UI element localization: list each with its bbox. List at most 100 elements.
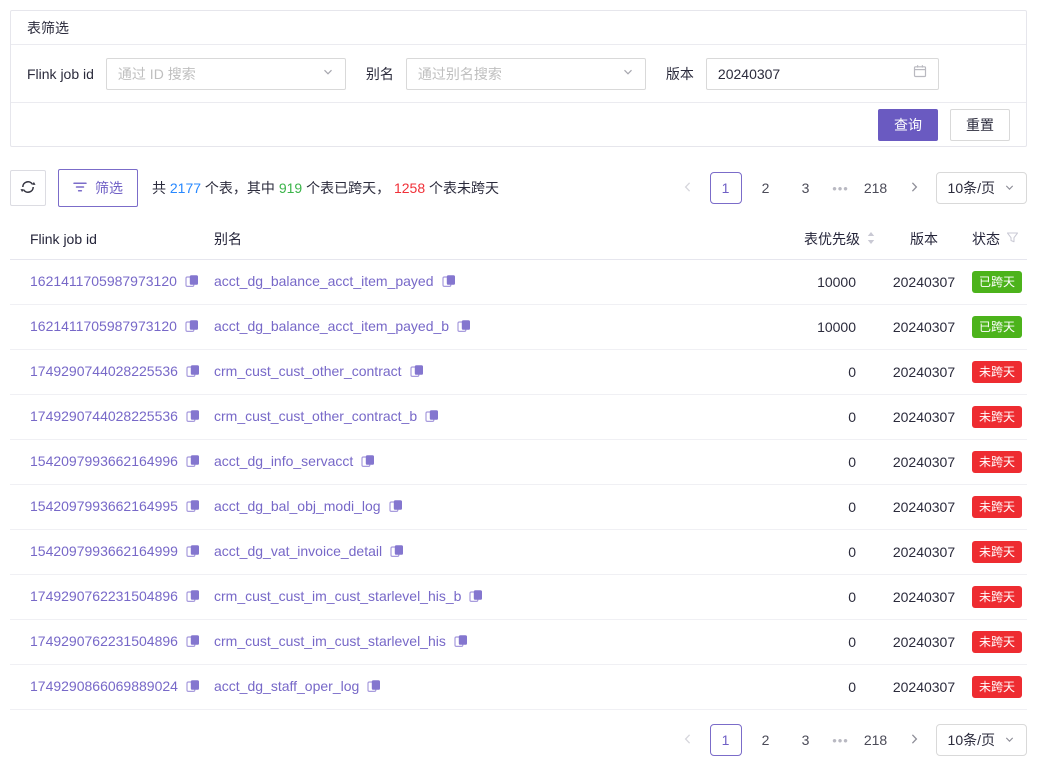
flink-job-id-link[interactable]: 1749290866069889024 — [30, 678, 178, 694]
prev-page-button[interactable] — [674, 172, 702, 204]
copy-icon[interactable] — [185, 319, 199, 336]
version-cell: 20240307 — [884, 620, 964, 665]
table-row: 1749290762231504896 crm_cust_cust_im_cus… — [10, 575, 1027, 620]
flink-job-id-link[interactable]: 1749290762231504896 — [30, 633, 178, 649]
column-header-status[interactable]: 状态 — [964, 219, 1027, 260]
status-badge: 未跨天 — [972, 631, 1022, 653]
filter-toggle-button[interactable]: 筛选 — [58, 169, 138, 207]
alias-link[interactable]: acct_dg_bal_obj_modi_log — [214, 498, 381, 514]
column-header-flink-job-id: Flink job id — [10, 219, 206, 260]
flink-job-id-link[interactable]: 1621411705987973120 — [30, 273, 177, 289]
chevron-left-icon — [682, 181, 694, 196]
chevron-down-icon — [1004, 180, 1015, 196]
copy-icon[interactable] — [367, 679, 381, 696]
version-cell: 20240307 — [884, 350, 964, 395]
version-date-input[interactable]: 20240307 — [706, 58, 939, 90]
page-size-value: 10条/页 — [948, 178, 995, 198]
pagination-ellipsis[interactable]: ••• — [830, 733, 852, 748]
flink-job-id-link[interactable]: 1749290744028225536 — [30, 363, 178, 379]
prev-page-button[interactable] — [674, 724, 702, 756]
copy-icon[interactable] — [186, 634, 200, 651]
page-button-last[interactable]: 218 — [860, 724, 892, 756]
copy-icon[interactable] — [361, 454, 375, 471]
flink-job-id-link[interactable]: 1542097993662164999 — [30, 543, 178, 559]
copy-icon[interactable] — [186, 409, 200, 426]
page-button-2[interactable]: 2 — [750, 724, 782, 756]
chevron-left-icon — [682, 733, 694, 748]
version-cell: 20240307 — [884, 485, 964, 530]
copy-icon[interactable] — [425, 409, 439, 426]
flink-job-id-link[interactable]: 1542097993662164995 — [30, 498, 178, 514]
next-page-button[interactable] — [900, 172, 928, 204]
flink-job-id-link[interactable]: 1749290744028225536 — [30, 408, 178, 424]
flink-job-id-link[interactable]: 1542097993662164996 — [30, 453, 178, 469]
copy-icon[interactable] — [457, 319, 471, 336]
page-button-2[interactable]: 2 — [750, 172, 782, 204]
next-page-button[interactable] — [900, 724, 928, 756]
flink-job-id-link[interactable]: 1749290762231504896 — [30, 588, 178, 604]
alias-select[interactable]: 通过别名搜索 — [406, 58, 646, 90]
chevron-down-icon — [1004, 732, 1015, 748]
filter-fields-row: Flink job id 通过 ID 搜索 别名 通过别名搜索 版本 20240… — [11, 45, 1026, 103]
status-badge: 未跨天 — [972, 586, 1022, 608]
flink-job-id-select[interactable]: 通过 ID 搜索 — [106, 58, 346, 90]
copy-icon[interactable] — [185, 274, 199, 291]
copy-icon[interactable] — [186, 544, 200, 561]
copy-icon[interactable] — [469, 589, 483, 606]
sorter-icon[interactable] — [866, 231, 876, 248]
table-body: 1621411705987973120 acct_dg_balance_acct… — [10, 260, 1027, 710]
flink-job-id-link[interactable]: 1621411705987973120 — [30, 318, 177, 334]
pagination-bottom: 1 2 3 ••• 218 10条/页 — [674, 724, 1027, 756]
funnel-icon[interactable] — [1006, 231, 1019, 247]
copy-icon[interactable] — [389, 499, 403, 516]
column-header-version: 版本 — [884, 219, 964, 260]
alias-link[interactable]: crm_cust_cust_other_contract — [214, 363, 402, 379]
table-row: 1542097993662164995 acct_dg_bal_obj_modi… — [10, 485, 1027, 530]
copy-icon[interactable] — [186, 589, 200, 606]
chevron-down-icon — [622, 65, 634, 83]
page-button-3[interactable]: 3 — [790, 724, 822, 756]
copy-icon[interactable] — [186, 364, 200, 381]
search-button[interactable]: 查询 — [878, 109, 938, 141]
page-button-3[interactable]: 3 — [790, 172, 822, 204]
version-label: 版本 — [666, 64, 694, 84]
page-size-value: 10条/页 — [948, 730, 995, 750]
status-badge: 已跨天 — [972, 316, 1022, 338]
table-summary: 共 2177 个表，其中 919 个表已跨天， 1258 个表未跨天 — [152, 178, 499, 198]
copy-icon[interactable] — [186, 499, 200, 516]
filter-card-title: 表筛选 — [11, 11, 1026, 45]
column-header-priority[interactable]: 表优先级 — [734, 219, 884, 260]
priority-cell: 0 — [734, 575, 884, 620]
copy-icon[interactable] — [442, 274, 456, 291]
priority-cell: 0 — [734, 485, 884, 530]
page-button-1[interactable]: 1 — [710, 724, 742, 756]
copy-icon[interactable] — [454, 634, 468, 651]
pagination-ellipsis[interactable]: ••• — [830, 181, 852, 196]
page-size-select[interactable]: 10条/页 — [936, 724, 1027, 756]
priority-cell: 0 — [734, 665, 884, 710]
alias-link[interactable]: acct_dg_staff_oper_log — [214, 678, 359, 694]
page-button-1[interactable]: 1 — [710, 172, 742, 204]
priority-cell: 0 — [734, 620, 884, 665]
alias-link[interactable]: crm_cust_cust_other_contract_b — [214, 408, 417, 424]
alias-link[interactable]: acct_dg_info_servacct — [214, 453, 353, 469]
flink-job-id-label: Flink job id — [27, 66, 94, 82]
copy-icon[interactable] — [410, 364, 424, 381]
copy-icon[interactable] — [186, 679, 200, 696]
alias-link[interactable]: crm_cust_cust_im_cust_starlevel_his_b — [214, 588, 461, 604]
version-cell: 20240307 — [884, 260, 964, 305]
status-badge: 未跨天 — [972, 361, 1022, 383]
alias-link[interactable]: acct_dg_balance_acct_item_payed — [214, 273, 434, 289]
alias-link[interactable]: acct_dg_vat_invoice_detail — [214, 543, 382, 559]
page-button-last[interactable]: 218 — [860, 172, 892, 204]
page-size-select[interactable]: 10条/页 — [936, 172, 1027, 204]
copy-icon[interactable] — [186, 454, 200, 471]
alias-link[interactable]: acct_dg_balance_acct_item_payed_b — [214, 318, 449, 334]
table-row: 1542097993662164999 acct_dg_vat_invoice_… — [10, 530, 1027, 575]
alias-link[interactable]: crm_cust_cust_im_cust_starlevel_his — [214, 633, 446, 649]
reset-button[interactable]: 重置 — [950, 109, 1010, 141]
filter-card: 表筛选 Flink job id 通过 ID 搜索 别名 通过别名搜索 版本 2… — [10, 10, 1027, 147]
refresh-button[interactable] — [10, 170, 46, 206]
version-cell: 20240307 — [884, 665, 964, 710]
copy-icon[interactable] — [390, 544, 404, 561]
